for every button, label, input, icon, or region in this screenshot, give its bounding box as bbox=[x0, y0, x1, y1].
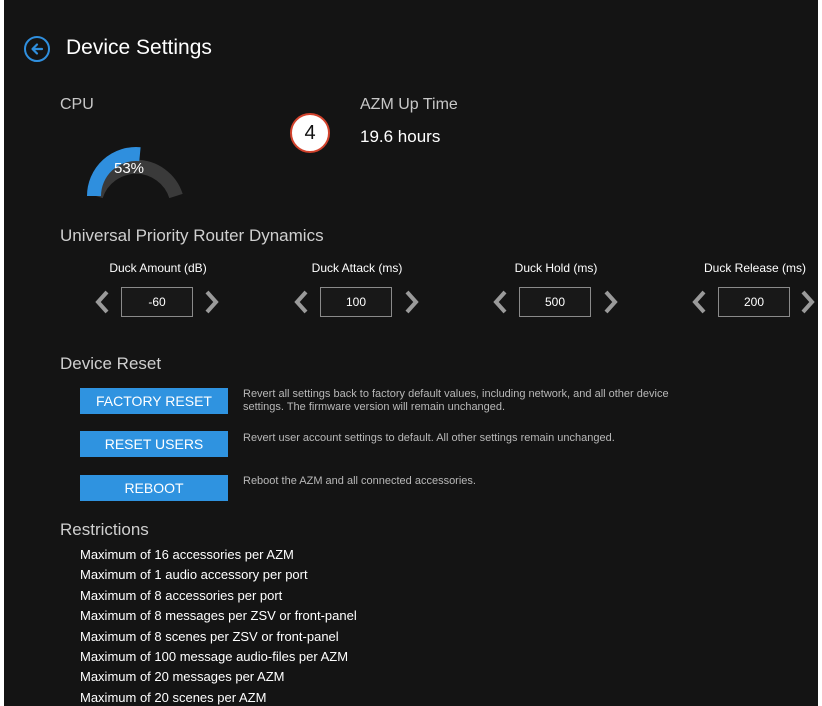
factory-reset-button[interactable]: FACTORY RESET bbox=[80, 388, 228, 414]
frame-edge bbox=[818, 0, 822, 706]
reboot-button[interactable]: REBOOT bbox=[80, 475, 228, 501]
chevron-left-icon bbox=[294, 290, 308, 314]
chevron-right-icon bbox=[205, 290, 219, 314]
chevron-right-icon bbox=[604, 290, 618, 314]
restriction-item: Maximum of 8 scenes per ZSV or front-pan… bbox=[80, 628, 339, 644]
uptime-value: 19.6 hours bbox=[360, 127, 441, 146]
restrictions-list: Maximum of 16 accessories per AZM Maximu… bbox=[80, 545, 357, 706]
duck-attack-label: Duck Attack (ms) bbox=[311, 261, 403, 275]
restrictions-title: Restrictions bbox=[60, 520, 149, 539]
restriction-item: Maximum of 8 messages per ZSV or front-p… bbox=[80, 608, 357, 624]
back-button[interactable] bbox=[24, 36, 50, 62]
chevron-left-icon bbox=[692, 290, 706, 314]
dynamics-section-title: Universal Priority Router Dynamics bbox=[60, 226, 324, 245]
restriction-item: Maximum of 20 messages per AZM bbox=[80, 669, 285, 685]
cpu-usage-value: 53% bbox=[114, 160, 145, 177]
reset-users-button[interactable]: RESET USERS bbox=[80, 431, 228, 457]
duck-release-input[interactable] bbox=[718, 287, 790, 317]
uptime-label: AZM Up Time bbox=[360, 96, 458, 113]
page-title: Device Settings bbox=[66, 36, 212, 59]
chevron-left-icon bbox=[493, 290, 507, 314]
chevron-left-icon bbox=[95, 290, 109, 314]
device-reset-title: Device Reset bbox=[60, 354, 162, 373]
duck-hold-decrement[interactable] bbox=[490, 287, 512, 317]
reset-users-description: Revert user account settings to default.… bbox=[243, 432, 615, 444]
duck-attack-increment[interactable] bbox=[400, 287, 422, 317]
restriction-item: Maximum of 16 accessories per AZM bbox=[80, 547, 294, 562]
chevron-right-icon bbox=[801, 290, 815, 314]
back-arrow-icon bbox=[31, 43, 44, 55]
factory-reset-description: Revert all settings back to factory defa… bbox=[243, 388, 669, 414]
factory-reset-description-line-2: settings. The firmware version will rema… bbox=[243, 401, 506, 413]
restriction-item: Maximum of 1 audio accessory per port bbox=[80, 567, 308, 583]
duck-release-increment[interactable] bbox=[796, 287, 818, 317]
duck-amount-input[interactable] bbox=[121, 287, 193, 317]
duck-release-label: Duck Release (ms) bbox=[703, 261, 807, 275]
duck-hold-label: Duck Hold (ms) bbox=[514, 261, 598, 275]
restriction-item: Maximum of 20 scenes per AZM bbox=[80, 689, 267, 705]
duck-attack-decrement[interactable] bbox=[291, 287, 313, 317]
duck-hold-input[interactable] bbox=[519, 287, 591, 317]
factory-reset-description-line-1: Revert all settings back to factory defa… bbox=[243, 388, 669, 400]
step-badge: 4 bbox=[290, 113, 330, 153]
device-settings-panel: Device Settings CPU 53% 4 AZM Up Time 19… bbox=[0, 0, 818, 706]
chevron-right-icon bbox=[405, 290, 419, 314]
duck-amount-increment[interactable] bbox=[200, 287, 222, 317]
duck-amount-decrement[interactable] bbox=[92, 287, 114, 317]
restriction-item: Maximum of 8 accessories per port bbox=[80, 587, 283, 603]
duck-amount-label: Duck Amount (dB) bbox=[109, 261, 207, 275]
duck-attack-input[interactable] bbox=[320, 287, 392, 317]
cpu-label: CPU bbox=[60, 96, 94, 113]
reboot-description: Reboot the AZM and all connected accesso… bbox=[243, 475, 476, 487]
restriction-item: Maximum of 100 message audio-files per A… bbox=[80, 649, 349, 665]
duck-release-decrement[interactable] bbox=[689, 287, 711, 317]
duck-hold-increment[interactable] bbox=[599, 287, 621, 317]
